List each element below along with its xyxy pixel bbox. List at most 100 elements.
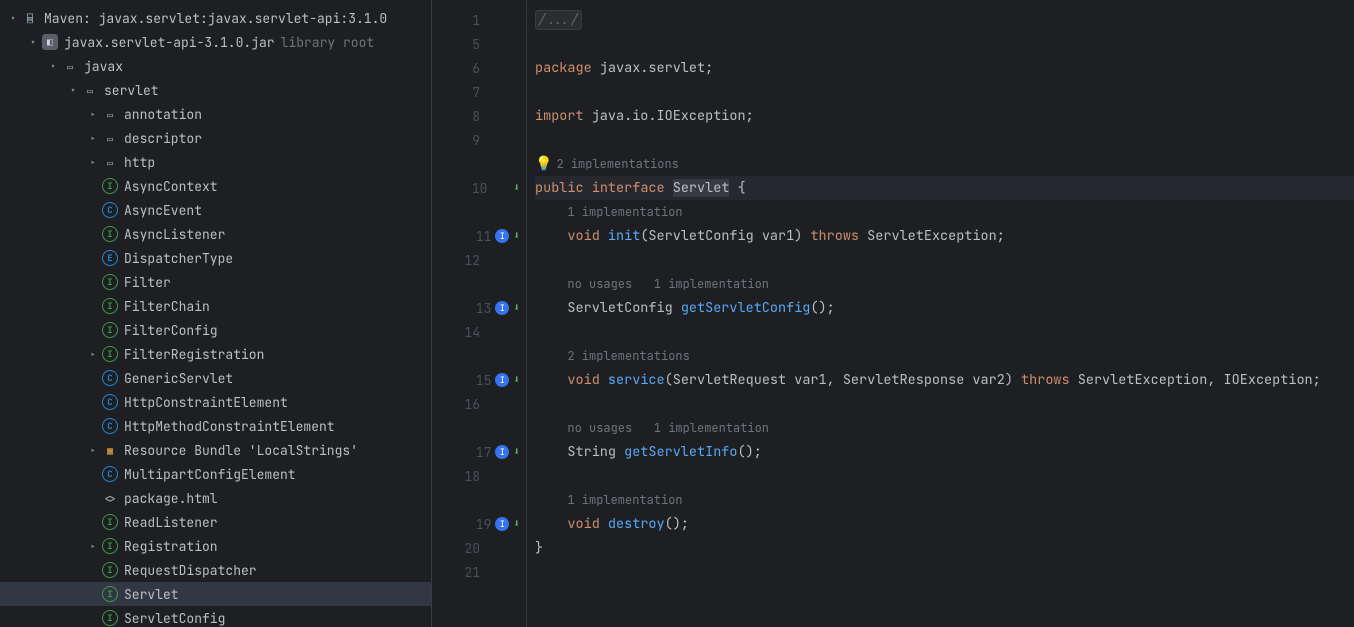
tree-item-annotation[interactable]: ▸▭annotation xyxy=(0,102,431,126)
line-number: 13 xyxy=(461,300,491,317)
line-number: 10 xyxy=(457,180,487,197)
class-icon: C xyxy=(102,394,118,410)
tree-library-root[interactable]: ▾ ⌸ Maven: javax.servlet:javax.servlet-a… xyxy=(0,6,431,30)
tree-item-requestdispatcher[interactable]: I RequestDispatcher xyxy=(0,558,431,582)
fold-region[interactable]: /.../ xyxy=(535,10,582,30)
line-number: 18 xyxy=(450,468,480,485)
tree-jar[interactable]: ▾ ◧ javax.servlet-api-3.1.0.jar library … xyxy=(0,30,431,54)
tree-label: HttpMethodConstraintElement xyxy=(124,418,335,435)
implemented-icon[interactable]: ⬇ xyxy=(513,181,520,195)
code-area[interactable]: /.../ package javax.servlet; import java… xyxy=(527,0,1354,627)
line-number: 7 xyxy=(450,84,480,101)
tree-item-package-html[interactable]: <> package.html xyxy=(0,486,431,510)
implemented-icon[interactable]: ⬇ xyxy=(513,373,520,387)
intention-bulb-icon[interactable]: 💡 xyxy=(535,155,552,173)
bundle-icon: ▦ xyxy=(102,442,118,458)
line-number: 11 xyxy=(461,228,491,245)
inlay-hint[interactable]: 1 implementation xyxy=(567,492,682,508)
class-icon: C xyxy=(102,466,118,482)
tree-label: HttpConstraintElement xyxy=(124,394,288,411)
tree-label: DispatcherType xyxy=(124,250,233,267)
class-icon: C xyxy=(102,202,118,218)
tree-item-readlistener[interactable]: I ReadListener xyxy=(0,510,431,534)
tree-item-filterregistration[interactable]: ▸IFilterRegistration xyxy=(0,342,431,366)
tree-label: ServletConfig xyxy=(124,610,225,627)
implemented-icon[interactable]: ⬇ xyxy=(513,445,520,459)
tree-label: servlet xyxy=(104,82,159,99)
inlay-hint[interactable]: 2 implementations xyxy=(567,348,689,364)
tree-label: package.html xyxy=(124,490,218,507)
line-number: 15 xyxy=(461,372,491,389)
chevron-right-icon: ▸ xyxy=(86,155,100,169)
tree-item-asynclistener[interactable]: IAsyncListener xyxy=(0,222,431,246)
inlay-hint[interactable]: no usages 1 implementation xyxy=(567,420,769,436)
interface-icon: I xyxy=(102,298,118,314)
tree-item-http[interactable]: ▸▭http xyxy=(0,150,431,174)
interface-icon: I xyxy=(102,274,118,290)
tree-item-descriptor[interactable]: ▸▭descriptor xyxy=(0,126,431,150)
class-icon: C xyxy=(102,370,118,386)
inlay-hint[interactable]: no usages 1 implementation xyxy=(567,276,769,292)
folder-icon: ▭ xyxy=(102,106,118,122)
tree-item-httpmethodconstraintelement[interactable]: CHttpMethodConstraintElement xyxy=(0,414,431,438)
inlay-hint[interactable]: 1 implementation xyxy=(567,204,682,220)
override-icon[interactable]: I xyxy=(495,373,509,387)
implemented-icon[interactable]: ⬇ xyxy=(513,301,520,315)
implemented-icon[interactable]: ⬇ xyxy=(513,229,520,243)
tree-item-resource-bundle-localstrings-[interactable]: ▸▦Resource Bundle 'LocalStrings' xyxy=(0,438,431,462)
implemented-icon[interactable]: ⬇ xyxy=(513,517,520,531)
tree-item-asynccontext[interactable]: IAsyncContext xyxy=(0,174,431,198)
tree-label: annotation xyxy=(124,106,202,123)
interface-icon: I xyxy=(102,538,118,554)
line-number: 1 xyxy=(450,12,480,29)
interface-icon: I xyxy=(102,514,118,530)
line-number: 19 xyxy=(461,516,491,533)
interface-icon: I xyxy=(102,586,118,602)
gutter: 1 5 6 7 8 9 10⬇ 11I⬇ 12 13I⬇ 14 15I⬇ 16 … xyxy=(432,0,527,627)
tree-label: RequestDispatcher xyxy=(124,562,257,579)
line-number: 14 xyxy=(450,324,480,341)
override-icon[interactable]: I xyxy=(495,517,509,531)
tree-item-filterchain[interactable]: IFilterChain xyxy=(0,294,431,318)
line-number: 5 xyxy=(450,36,480,53)
line-number: 6 xyxy=(450,60,480,77)
tree-item-servletconfig[interactable]: IServletConfig xyxy=(0,606,431,627)
override-icon[interactable]: I xyxy=(495,445,509,459)
line-number: 12 xyxy=(450,252,480,269)
project-tree[interactable]: ▾ ⌸ Maven: javax.servlet:javax.servlet-a… xyxy=(0,0,432,627)
interface-icon: I xyxy=(102,562,118,578)
tree-item-filterconfig[interactable]: IFilterConfig xyxy=(0,318,431,342)
tree-item-httpconstraintelement[interactable]: C HttpConstraintElement xyxy=(0,390,431,414)
enum-icon: E xyxy=(102,250,118,266)
tree-package-javax[interactable]: ▾ ▭ javax xyxy=(0,54,431,78)
tree-item-dispatchertype[interactable]: E DispatcherType xyxy=(0,246,431,270)
tree-label: MultipartConfigElement xyxy=(124,466,296,483)
chevron-down-icon: ▾ xyxy=(46,59,60,73)
line-number: 21 xyxy=(450,564,480,581)
folder-icon: ▭ xyxy=(102,130,118,146)
chevron-down-icon: ▾ xyxy=(66,83,80,97)
tree-item-multipartconfigelement[interactable]: C MultipartConfigElement xyxy=(0,462,431,486)
inlay-hint[interactable]: 2 implementations xyxy=(556,156,678,172)
code-editor[interactable]: 1 5 6 7 8 9 10⬇ 11I⬇ 12 13I⬇ 14 15I⬇ 16 … xyxy=(432,0,1354,627)
interface-icon: I xyxy=(102,178,118,194)
tree-hint: library root xyxy=(281,34,375,51)
tree-label: FilterConfig xyxy=(124,322,218,339)
tree-item-registration[interactable]: ▸IRegistration xyxy=(0,534,431,558)
tree-label: ReadListener xyxy=(124,514,218,531)
tree-item-genericservlet[interactable]: CGenericServlet xyxy=(0,366,431,390)
tree-label: javax.servlet-api-3.1.0.jar xyxy=(64,34,275,51)
override-icon[interactable]: I xyxy=(495,229,509,243)
tree-item-servlet[interactable]: IServlet xyxy=(0,582,431,606)
folder-icon: ▭ xyxy=(62,58,78,74)
folder-icon: ▭ xyxy=(102,154,118,170)
chevron-down-icon: ▾ xyxy=(6,11,20,25)
tree-item-asyncevent[interactable]: CAsyncEvent xyxy=(0,198,431,222)
html-icon: <> xyxy=(102,490,118,506)
tree-package-servlet[interactable]: ▾ ▭ servlet xyxy=(0,78,431,102)
line-number: 16 xyxy=(450,396,480,413)
override-icon[interactable]: I xyxy=(495,301,509,315)
line-number: 8 xyxy=(450,108,480,125)
tree-item-filter[interactable]: IFilter xyxy=(0,270,431,294)
chevron-right-icon: ▸ xyxy=(86,443,100,457)
